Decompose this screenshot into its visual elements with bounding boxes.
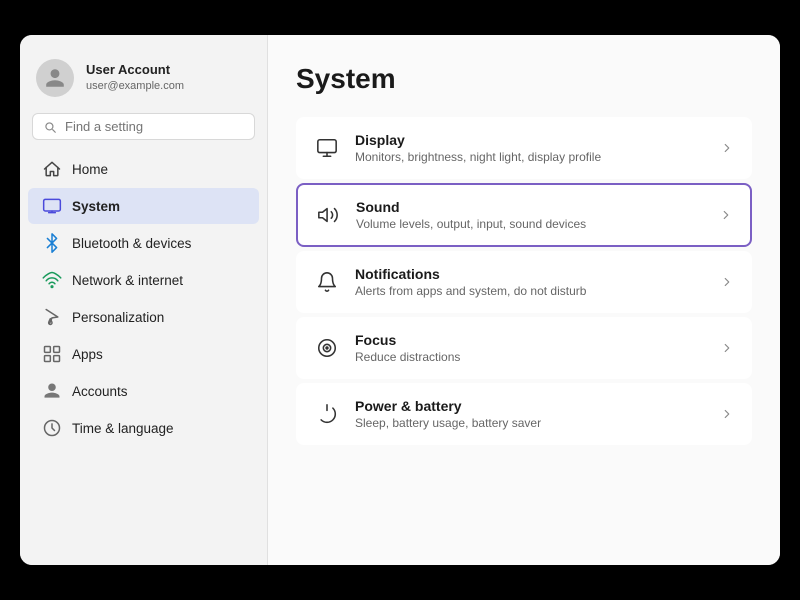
focus-desc: Reduce distractions [355,350,705,364]
power-title: Power & battery [355,398,705,414]
sidebar-item-label: Apps [72,347,103,362]
sidebar-item-bluetooth[interactable]: Bluetooth & devices [28,225,259,261]
apps-icon [42,344,62,364]
display-desc: Monitors, brightness, night light, displ… [355,150,705,164]
sidebar-item-home[interactable]: Home [28,151,259,187]
settings-item-display[interactable]: Display Monitors, brightness, night ligh… [296,117,752,179]
chevron-right-icon [719,140,735,156]
sidebar-item-label: Personalization [72,310,164,325]
nav-list: Home System Bluetooth & [20,150,267,565]
sidebar-item-system[interactable]: System [28,188,259,224]
chevron-right-icon [719,406,735,422]
person-icon [44,67,66,89]
display-text: Display Monitors, brightness, night ligh… [355,132,705,164]
search-icon [43,120,57,134]
sidebar-item-label: Time & language [72,421,174,436]
sidebar-item-label: Network & internet [72,273,183,288]
notifications-text: Notifications Alerts from apps and syste… [355,266,705,298]
power-desc: Sleep, battery usage, battery saver [355,416,705,430]
power-text: Power & battery Sleep, battery usage, ba… [355,398,705,430]
sidebar-item-label: Bluetooth & devices [72,236,191,251]
settings-item-notifications[interactable]: Notifications Alerts from apps and syste… [296,251,752,313]
sidebar-item-time[interactable]: Time & language [28,410,259,446]
notifications-title: Notifications [355,266,705,282]
sidebar-item-label: Accounts [72,384,128,399]
profile-name: User Account [86,62,184,79]
settings-item-sound[interactable]: Sound Volume levels, output, input, soun… [296,183,752,247]
notifications-icon [313,268,341,296]
sidebar-item-label: Home [72,162,108,177]
settings-item-power[interactable]: Power & battery Sleep, battery usage, ba… [296,383,752,445]
profile-email: user@example.com [86,79,184,93]
search-box[interactable] [32,113,255,140]
power-icon [313,400,341,428]
system-icon [42,196,62,216]
profile-text: User Account user@example.com [86,62,184,93]
settings-item-focus[interactable]: Focus Reduce distractions [296,317,752,379]
display-icon [313,134,341,162]
network-icon [42,270,62,290]
sidebar-item-label: System [72,199,120,214]
chevron-right-icon [719,340,735,356]
main-content: System Display Monitors, brightness, nig… [268,35,780,565]
profile-section[interactable]: User Account user@example.com [20,43,267,109]
chevron-right-icon [719,274,735,290]
focus-title: Focus [355,332,705,348]
avatar [36,59,74,97]
sound-icon [314,201,342,229]
display-title: Display [355,132,705,148]
settings-window: User Account user@example.com Home [20,35,780,565]
settings-list: Display Monitors, brightness, night ligh… [296,117,752,445]
sound-title: Sound [356,199,704,215]
sidebar-item-apps[interactable]: Apps [28,336,259,372]
notifications-desc: Alerts from apps and system, do not dist… [355,284,705,298]
sound-text: Sound Volume levels, output, input, soun… [356,199,704,231]
sidebar: User Account user@example.com Home [20,35,268,565]
sidebar-item-accounts[interactable]: Accounts [28,373,259,409]
focus-text: Focus Reduce distractions [355,332,705,364]
focus-icon [313,334,341,362]
search-input[interactable] [65,119,244,134]
sidebar-item-network[interactable]: Network & internet [28,262,259,298]
page-title: System [296,63,752,95]
sound-desc: Volume levels, output, input, sound devi… [356,217,704,231]
bluetooth-icon [42,233,62,253]
accounts-icon [42,381,62,401]
home-icon [42,159,62,179]
sidebar-item-personalization[interactable]: Personalization [28,299,259,335]
chevron-right-icon [718,207,734,223]
brush-icon [42,307,62,327]
clock-icon [42,418,62,438]
